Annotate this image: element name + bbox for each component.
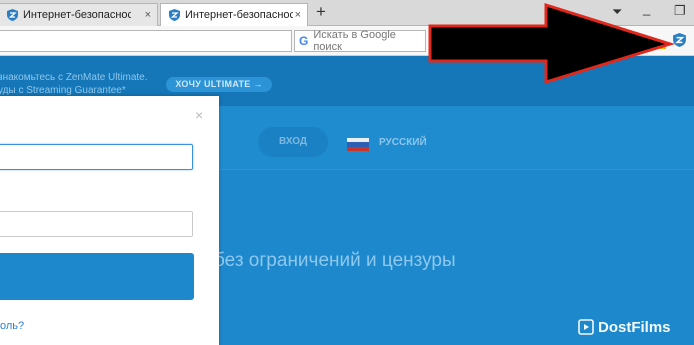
- hero-heading: без ограничений и цензуры: [214, 250, 456, 271]
- language-selector[interactable]: РУССКИЙ: [379, 137, 427, 148]
- screenshot-root: Интернет-безопасность и × Интернет-безоп…: [0, 0, 694, 345]
- ultimate-button[interactable]: ХОЧУ ULTIMATE →: [166, 77, 272, 92]
- forgot-password-link[interactable]: оль?: [0, 320, 24, 332]
- password-field[interactable]: [0, 211, 193, 237]
- search-placeholder: Искать в Google поиск: [313, 29, 396, 53]
- close-icon[interactable]: ×: [195, 107, 203, 123]
- address-bar[interactable]: [0, 30, 292, 52]
- search-input[interactable]: G Искать в Google поиск: [294, 29, 426, 53]
- banner-text: знакомьтесь с ZenMate Ultimate. уды с St…: [0, 72, 148, 96]
- browser-tab-2[interactable]: Интернет-безопасность и ×: [160, 3, 308, 26]
- email-field[interactable]: [0, 144, 193, 170]
- flag-ru-icon: [347, 138, 369, 151]
- new-tab-button[interactable]: +: [316, 2, 326, 22]
- zenmate-shield-icon: [169, 9, 180, 21]
- zenmate-shield-icon: [7, 9, 18, 21]
- film-icon: [578, 319, 594, 335]
- browser-tab-1[interactable]: Интернет-безопасность и ×: [0, 3, 158, 26]
- annotation-arrow: [428, 2, 676, 85]
- watermark: DostFilms: [578, 316, 671, 338]
- tab-title: Интернет-безопасность и: [23, 9, 131, 21]
- tab-title: Интернет-безопасность и: [185, 9, 293, 21]
- submit-button[interactable]: [0, 253, 194, 300]
- close-icon[interactable]: ×: [295, 9, 301, 21]
- close-icon[interactable]: ×: [145, 9, 151, 21]
- google-icon: G: [299, 34, 309, 48]
- watermark-text: DostFilms: [598, 318, 671, 336]
- login-button[interactable]: ВХОД: [258, 127, 328, 157]
